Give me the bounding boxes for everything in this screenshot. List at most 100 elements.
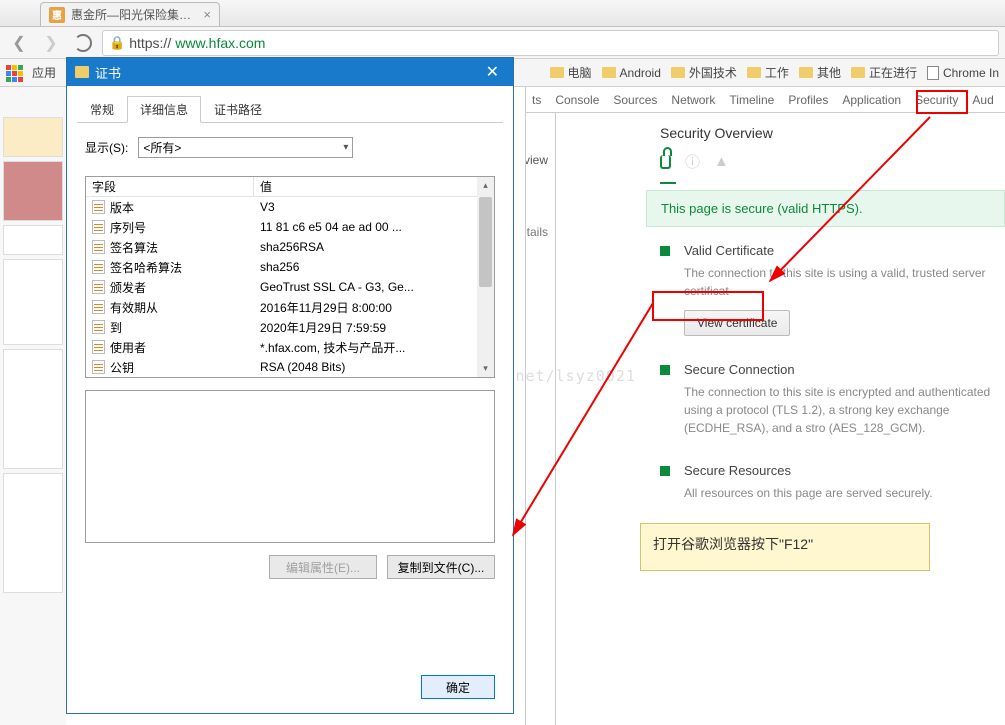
section-desc: All resources on this page are served se… bbox=[684, 484, 933, 502]
field-row: 有效期从2016年11月29日 8:00:00 bbox=[86, 297, 494, 317]
section-secure-connection: Secure Connection The connection to this… bbox=[646, 336, 1005, 437]
devtools-tab[interactable]: Sources bbox=[613, 93, 657, 107]
browser-tabstrip: 惠 惠金所—阳光保险集团旗 × bbox=[0, 0, 1005, 27]
chevron-down-icon: ▾ bbox=[343, 142, 348, 153]
show-row: 显示(S): <所有> ▾ bbox=[85, 137, 495, 158]
lock-icon: 🔒 bbox=[109, 35, 125, 51]
page-icon bbox=[927, 66, 939, 80]
annotation-note: 打开谷歌浏览器按下"F12" bbox=[640, 523, 930, 571]
square-icon bbox=[660, 246, 670, 256]
url-bar[interactable]: 🔒 https://www.hfax.com bbox=[102, 30, 999, 56]
page-left-column bbox=[0, 87, 66, 725]
lock-underline bbox=[660, 182, 676, 184]
section-title: Secure Resources bbox=[684, 463, 933, 478]
forward-button[interactable]: ❯ bbox=[38, 30, 64, 56]
field-row: 序列号11 81 c6 e5 04 ae ad 00 ... bbox=[86, 217, 494, 237]
reload-button[interactable] bbox=[70, 30, 96, 56]
bookmark-folder-1[interactable]: Android bbox=[602, 66, 661, 80]
fields-list: 版本V3 序列号11 81 c6 e5 04 ae ad 00 ... 签名算法… bbox=[86, 197, 494, 377]
fields-listbox[interactable]: 字段 值 版本V3 序列号11 81 c6 e5 04 ae ad 00 ...… bbox=[85, 176, 495, 378]
page-thumb bbox=[3, 473, 63, 593]
security-icons-row: ⓘ ▲ bbox=[646, 145, 1005, 182]
field-icon bbox=[92, 280, 105, 294]
close-icon[interactable]: ✕ bbox=[480, 62, 505, 82]
square-icon bbox=[660, 466, 670, 476]
field-row: 签名哈希算法sha256 bbox=[86, 257, 494, 277]
devtools-tab[interactable]: Aud bbox=[972, 93, 993, 107]
field-row: 到2020年1月29日 7:59:59 bbox=[86, 317, 494, 337]
back-button[interactable]: ❮ bbox=[6, 30, 32, 56]
col-field: 字段 bbox=[86, 177, 254, 196]
leftnav-overview[interactable]: rview bbox=[526, 153, 555, 175]
devtools-tab[interactable]: Application bbox=[842, 93, 901, 107]
value-display bbox=[85, 390, 495, 543]
show-select[interactable]: <所有> ▾ bbox=[138, 137, 353, 158]
devtools-tab[interactable]: Timeline bbox=[729, 93, 774, 107]
page-thumb bbox=[3, 259, 63, 345]
show-label: 显示(S): bbox=[85, 139, 128, 156]
dialog-title: 证书 bbox=[95, 63, 121, 82]
leftnav-details[interactable]: etails bbox=[526, 225, 555, 247]
scroll-up-icon[interactable]: ▴ bbox=[477, 177, 494, 194]
field-icon bbox=[92, 300, 105, 314]
apps-label[interactable]: 应用 bbox=[32, 64, 56, 81]
cert-buttons: 编辑属性(E)... 复制到文件(C)... bbox=[85, 555, 495, 579]
field-row: 签名算法sha256RSA bbox=[86, 237, 494, 257]
bookmark-folder-2[interactable]: 外国技术 bbox=[671, 64, 737, 81]
cert-tab-general[interactable]: 常规 bbox=[77, 96, 127, 123]
scrollbar[interactable]: ▴ ▾ bbox=[477, 177, 494, 377]
warning-icon: ▲ bbox=[714, 153, 729, 170]
section-desc: The connection to this site is encrypted… bbox=[684, 383, 991, 437]
apps-icon[interactable] bbox=[6, 65, 22, 81]
bookmark-folder-3[interactable]: 工作 bbox=[747, 64, 789, 81]
lock-icon bbox=[660, 155, 671, 169]
highlight-security-tab bbox=[916, 90, 968, 114]
cert-tab-details[interactable]: 详细信息 bbox=[127, 96, 201, 123]
field-icon bbox=[92, 320, 105, 334]
secure-banner: This page is secure (valid HTTPS). bbox=[646, 190, 1005, 227]
devtools-panel: ts Console Sources Network Timeline Prof… bbox=[525, 87, 1005, 725]
scrollbar-thumb[interactable] bbox=[479, 197, 492, 287]
scroll-down-icon[interactable]: ▾ bbox=[477, 360, 494, 377]
col-value: 值 bbox=[254, 177, 494, 196]
field-icon bbox=[92, 200, 105, 214]
page-thumb bbox=[3, 117, 63, 157]
section-title: Valid Certificate bbox=[684, 243, 991, 258]
ok-button[interactable]: 确定 bbox=[421, 675, 495, 699]
browser-tab[interactable]: 惠 惠金所—阳光保险集团旗 × bbox=[40, 2, 220, 26]
section-title: Secure Connection bbox=[684, 362, 991, 377]
field-row: 颁发者GeoTrust SSL CA - G3, Ge... bbox=[86, 277, 494, 297]
url-prefix: https:// bbox=[129, 35, 171, 51]
devtools-tab[interactable]: Network bbox=[671, 93, 715, 107]
field-row: 使用者*.hfax.com, 技术与产品开... bbox=[86, 337, 494, 357]
close-icon[interactable]: × bbox=[203, 7, 211, 22]
content-area: ts Console Sources Network Timeline Prof… bbox=[0, 87, 1005, 725]
devtools-tab[interactable]: Profiles bbox=[788, 93, 828, 107]
highlight-view-cert bbox=[652, 291, 764, 321]
bookmark-folder-5[interactable]: 正在进行 bbox=[851, 64, 917, 81]
field-icon bbox=[92, 340, 105, 354]
field-row: 版本V3 bbox=[86, 197, 494, 217]
bookmark-folder-4[interactable]: 其他 bbox=[799, 64, 841, 81]
cert-tab-path[interactable]: 证书路径 bbox=[201, 96, 275, 123]
devtools-leftnav: rview etails bbox=[526, 113, 556, 725]
bookmark-item-6[interactable]: Chrome In bbox=[927, 66, 999, 80]
section-secure-resources: Secure Resources All resources on this p… bbox=[646, 437, 1005, 502]
field-row: 公钥RSA (2048 Bits) bbox=[86, 357, 494, 377]
browser-toolbar: ❮ ❯ 🔒 https://www.hfax.com bbox=[0, 27, 1005, 59]
dialog-titlebar[interactable]: 证书 ✕ bbox=[67, 58, 513, 86]
bookmark-folder-0[interactable]: 电脑 bbox=[550, 64, 592, 81]
square-icon bbox=[660, 365, 670, 375]
field-icon bbox=[92, 220, 105, 234]
page-thumb bbox=[3, 161, 63, 221]
tab-favicon: 惠 bbox=[49, 7, 65, 23]
devtools-tab[interactable]: ts bbox=[532, 93, 541, 107]
field-icon bbox=[92, 260, 105, 274]
url-host: www.hfax.com bbox=[175, 35, 265, 51]
info-icon: ⓘ bbox=[685, 151, 700, 172]
cert-body: 显示(S): <所有> ▾ 字段 值 版本V3 序列号11 81 c6 e5 0… bbox=[77, 122, 503, 692]
field-icon bbox=[92, 360, 105, 374]
field-icon bbox=[92, 240, 105, 254]
copy-to-file-button[interactable]: 复制到文件(C)... bbox=[387, 555, 495, 579]
devtools-tab[interactable]: Console bbox=[555, 93, 599, 107]
